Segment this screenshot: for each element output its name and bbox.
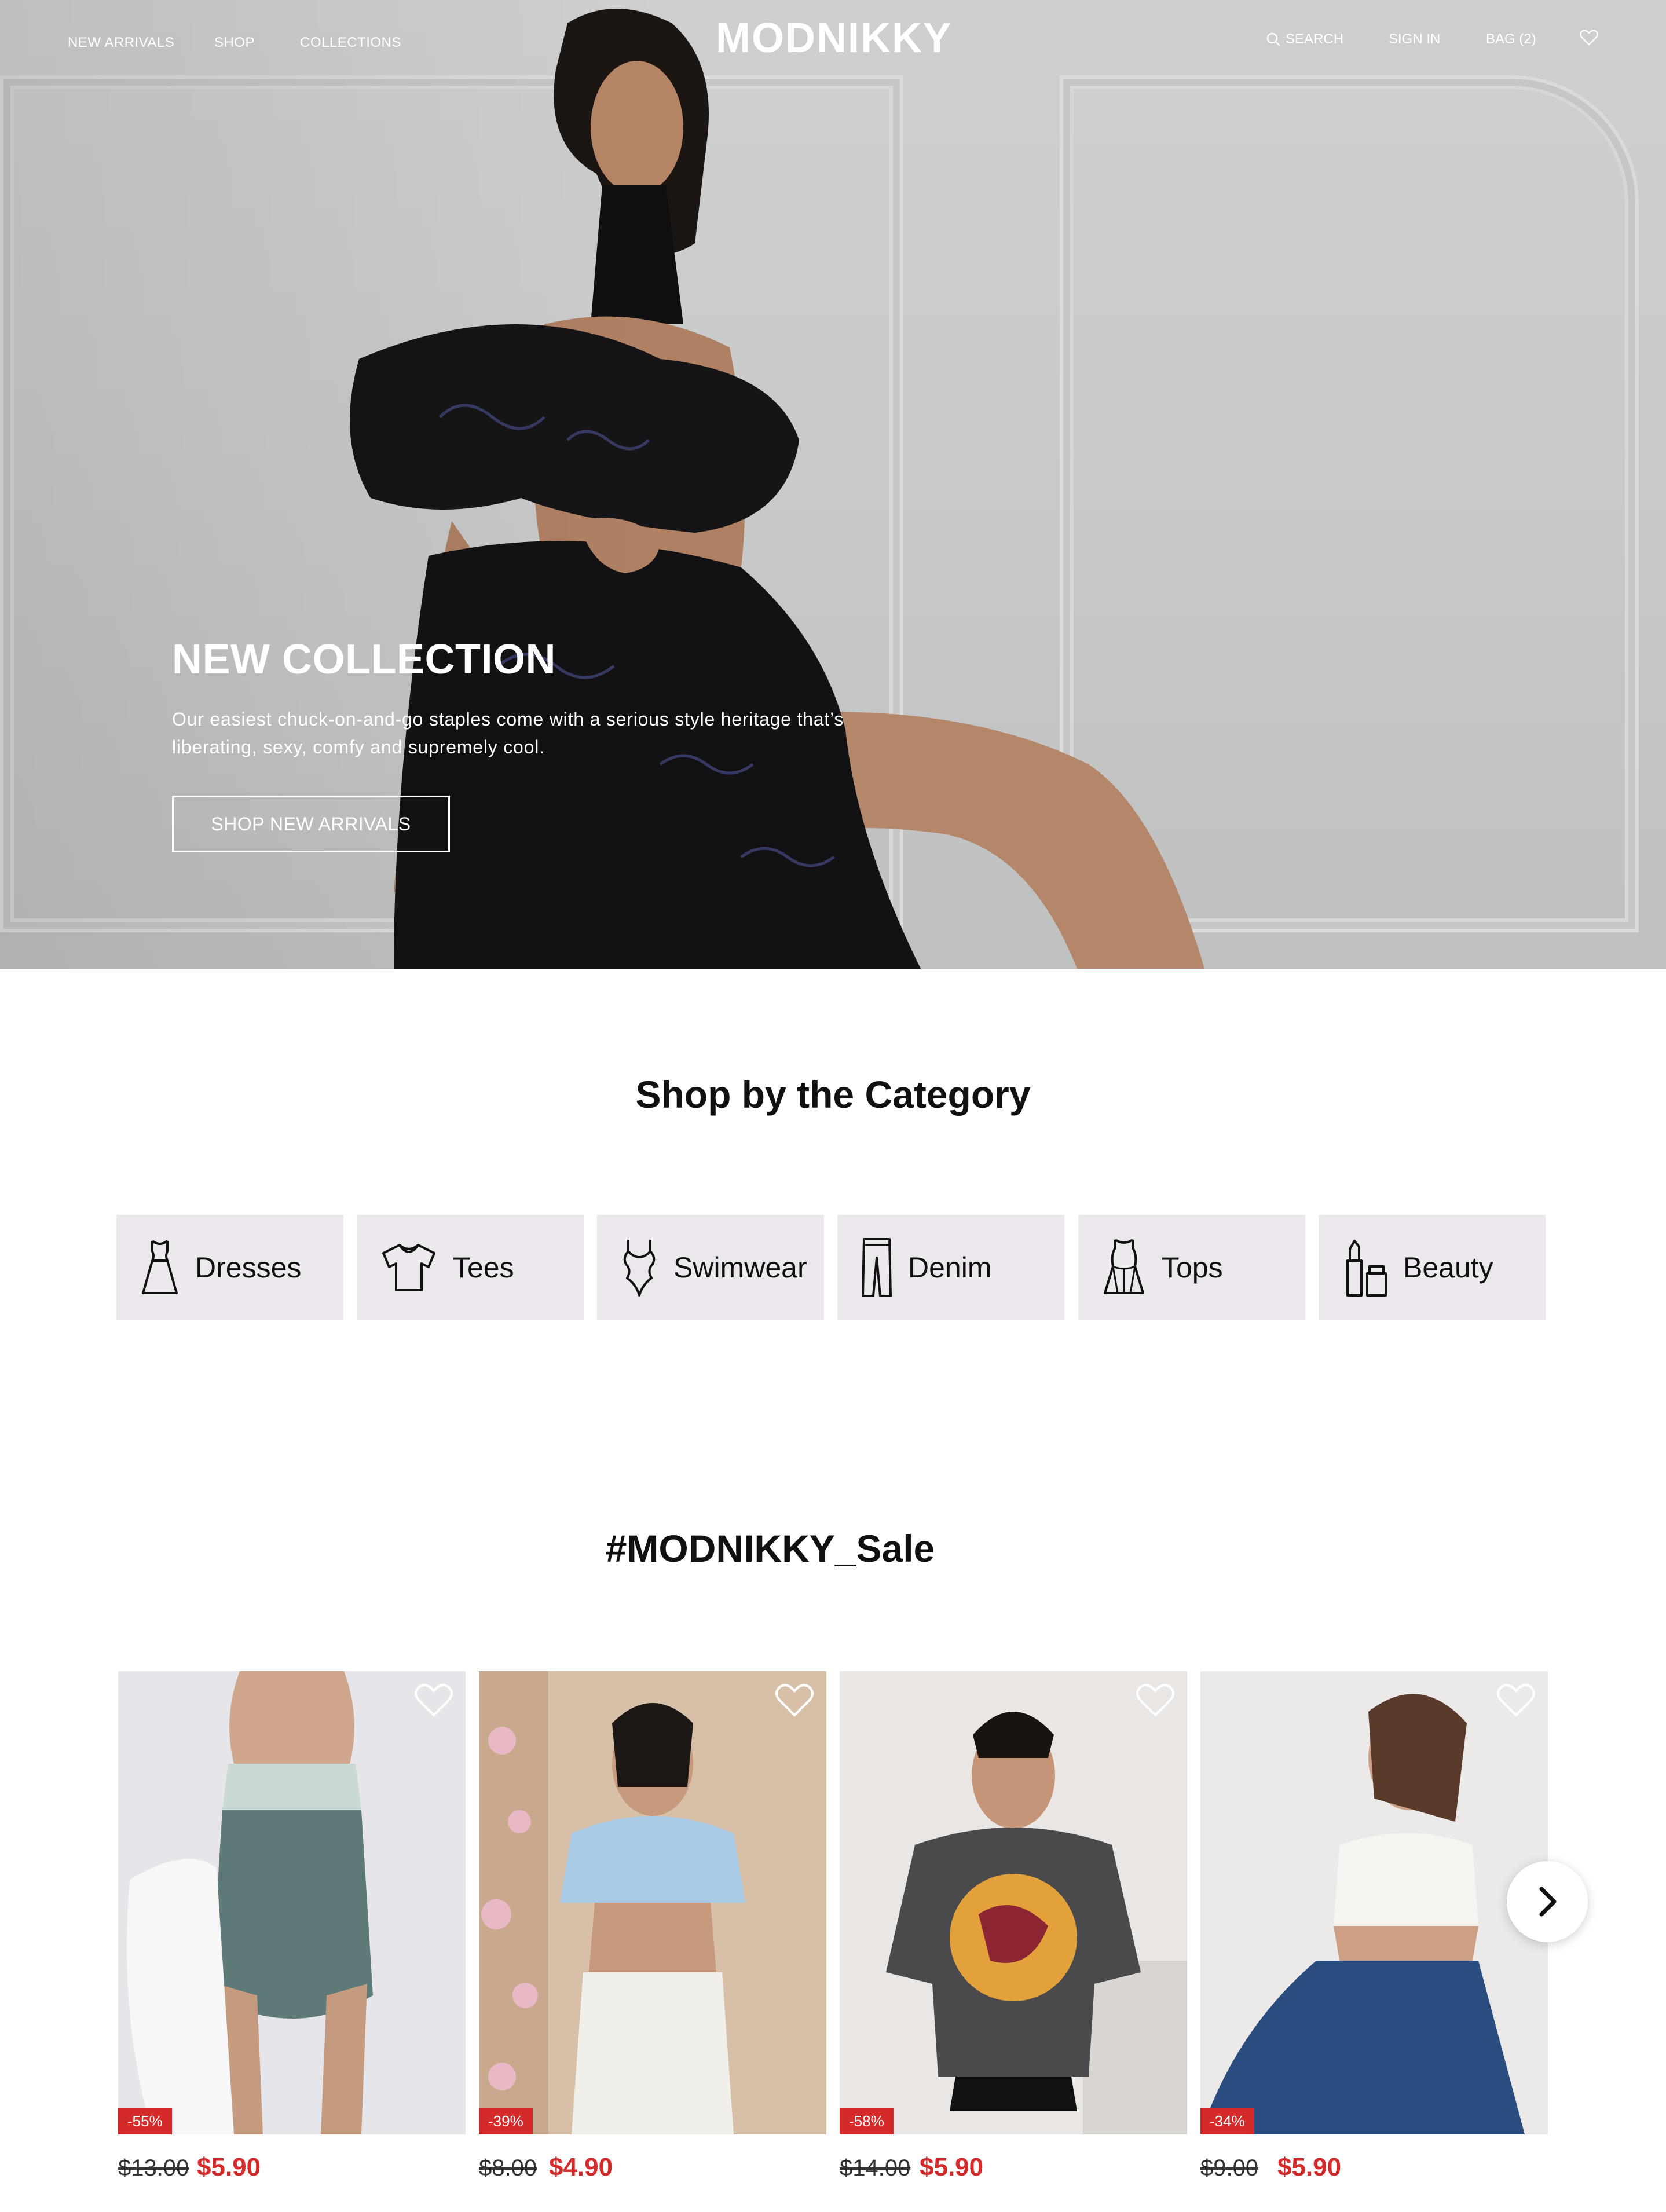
wishlist-heart-icon[interactable] (1580, 29, 1598, 46)
category-section-title: Shop by the Category (0, 1072, 1666, 1116)
lipstick-icon (1346, 1240, 1387, 1297)
bag-link[interactable]: BAG (2) (1486, 31, 1536, 47)
category-beauty[interactable]: Beauty (1319, 1215, 1546, 1320)
old-price: $14.00 (840, 2155, 911, 2181)
category-title-prefix: Shop by the (635, 1073, 865, 1116)
search-icon (1266, 32, 1280, 46)
sale-price: $5.90 (197, 2153, 261, 2181)
category-label: Swimwear (673, 1251, 807, 1284)
jeans-icon (862, 1238, 892, 1297)
search-label: SEARCH (1286, 31, 1344, 47)
dress-icon (142, 1240, 178, 1294)
old-price: $9.00 (1200, 2155, 1259, 2181)
sale-price: $4.90 (549, 2153, 613, 2181)
product-image (840, 1671, 1187, 2134)
top-icon (1104, 1239, 1144, 1294)
category-label: Tops (1162, 1251, 1223, 1284)
product-image (1200, 1671, 1548, 2134)
product-card[interactable]: -58% (840, 1671, 1187, 2134)
discount-badge: -39% (479, 2108, 533, 2134)
category-label: Tees (453, 1251, 514, 1284)
hero-banner: NEW ARRIVALS SHOP COLLECTIONS MODNIKKY S… (0, 0, 1666, 969)
product-image (479, 1671, 826, 2134)
brand-logo[interactable]: MODNIKKY (695, 14, 973, 62)
category-label: Dresses (195, 1251, 302, 1284)
search-button[interactable]: SEARCH (1266, 31, 1343, 47)
category-dresses[interactable]: Dresses (116, 1215, 343, 1320)
category-tops[interactable]: Tops (1078, 1215, 1305, 1320)
discount-badge: -55% (118, 2108, 172, 2134)
product-image (118, 1671, 466, 2134)
product-card[interactable]: -55% (118, 1671, 466, 2134)
favorite-heart-icon[interactable] (1497, 1683, 1535, 1717)
old-price: $8.00 (479, 2155, 537, 2181)
sale-price: $5.90 (920, 2153, 984, 2181)
category-denim[interactable]: Denim (837, 1215, 1064, 1320)
hero-title: NEW COLLECTION (172, 636, 556, 683)
shop-new-arrivals-button[interactable]: SHOP NEW ARRIVALS (172, 796, 450, 852)
discount-badge: -34% (1200, 2108, 1254, 2134)
category-tees[interactable]: Tees (357, 1215, 584, 1320)
nav-collections[interactable]: COLLECTIONS (300, 35, 401, 51)
nav-new-arrivals[interactable]: NEW ARRIVALS (68, 35, 174, 51)
sale-price: $5.90 (1277, 2153, 1342, 2181)
old-price: $13.00 (118, 2155, 189, 2181)
sale-title-bold: _Sale (834, 1527, 935, 1570)
hero-subtitle: Our easiest chuck-on-and-go staples come… (172, 709, 844, 757)
sign-in-link[interactable]: SIGN IN (1389, 31, 1440, 47)
sale-title-prefix: #MODNIKKY (605, 1527, 835, 1570)
tshirt-icon (382, 1244, 435, 1291)
category-swimwear[interactable]: Swimwear (597, 1215, 824, 1320)
chevron-right-icon (1539, 1887, 1557, 1917)
category-label: Denim (908, 1251, 992, 1284)
sale-section-title: #MODNIKKY_Sale (0, 1526, 1540, 1570)
favorite-heart-icon[interactable] (1136, 1683, 1174, 1717)
category-label: Beauty (1403, 1251, 1493, 1284)
carousel-next-button[interactable] (1507, 1861, 1588, 1942)
category-title-bold: Category (865, 1073, 1031, 1116)
nav-shop[interactable]: SHOP (214, 35, 255, 51)
product-card[interactable]: -39% (479, 1671, 826, 2134)
discount-badge: -58% (840, 2108, 894, 2134)
favorite-heart-icon[interactable] (775, 1683, 814, 1717)
product-card[interactable]: -34% (1200, 1671, 1548, 2134)
favorite-heart-icon[interactable] (415, 1683, 453, 1717)
swimsuit-icon (623, 1240, 656, 1297)
